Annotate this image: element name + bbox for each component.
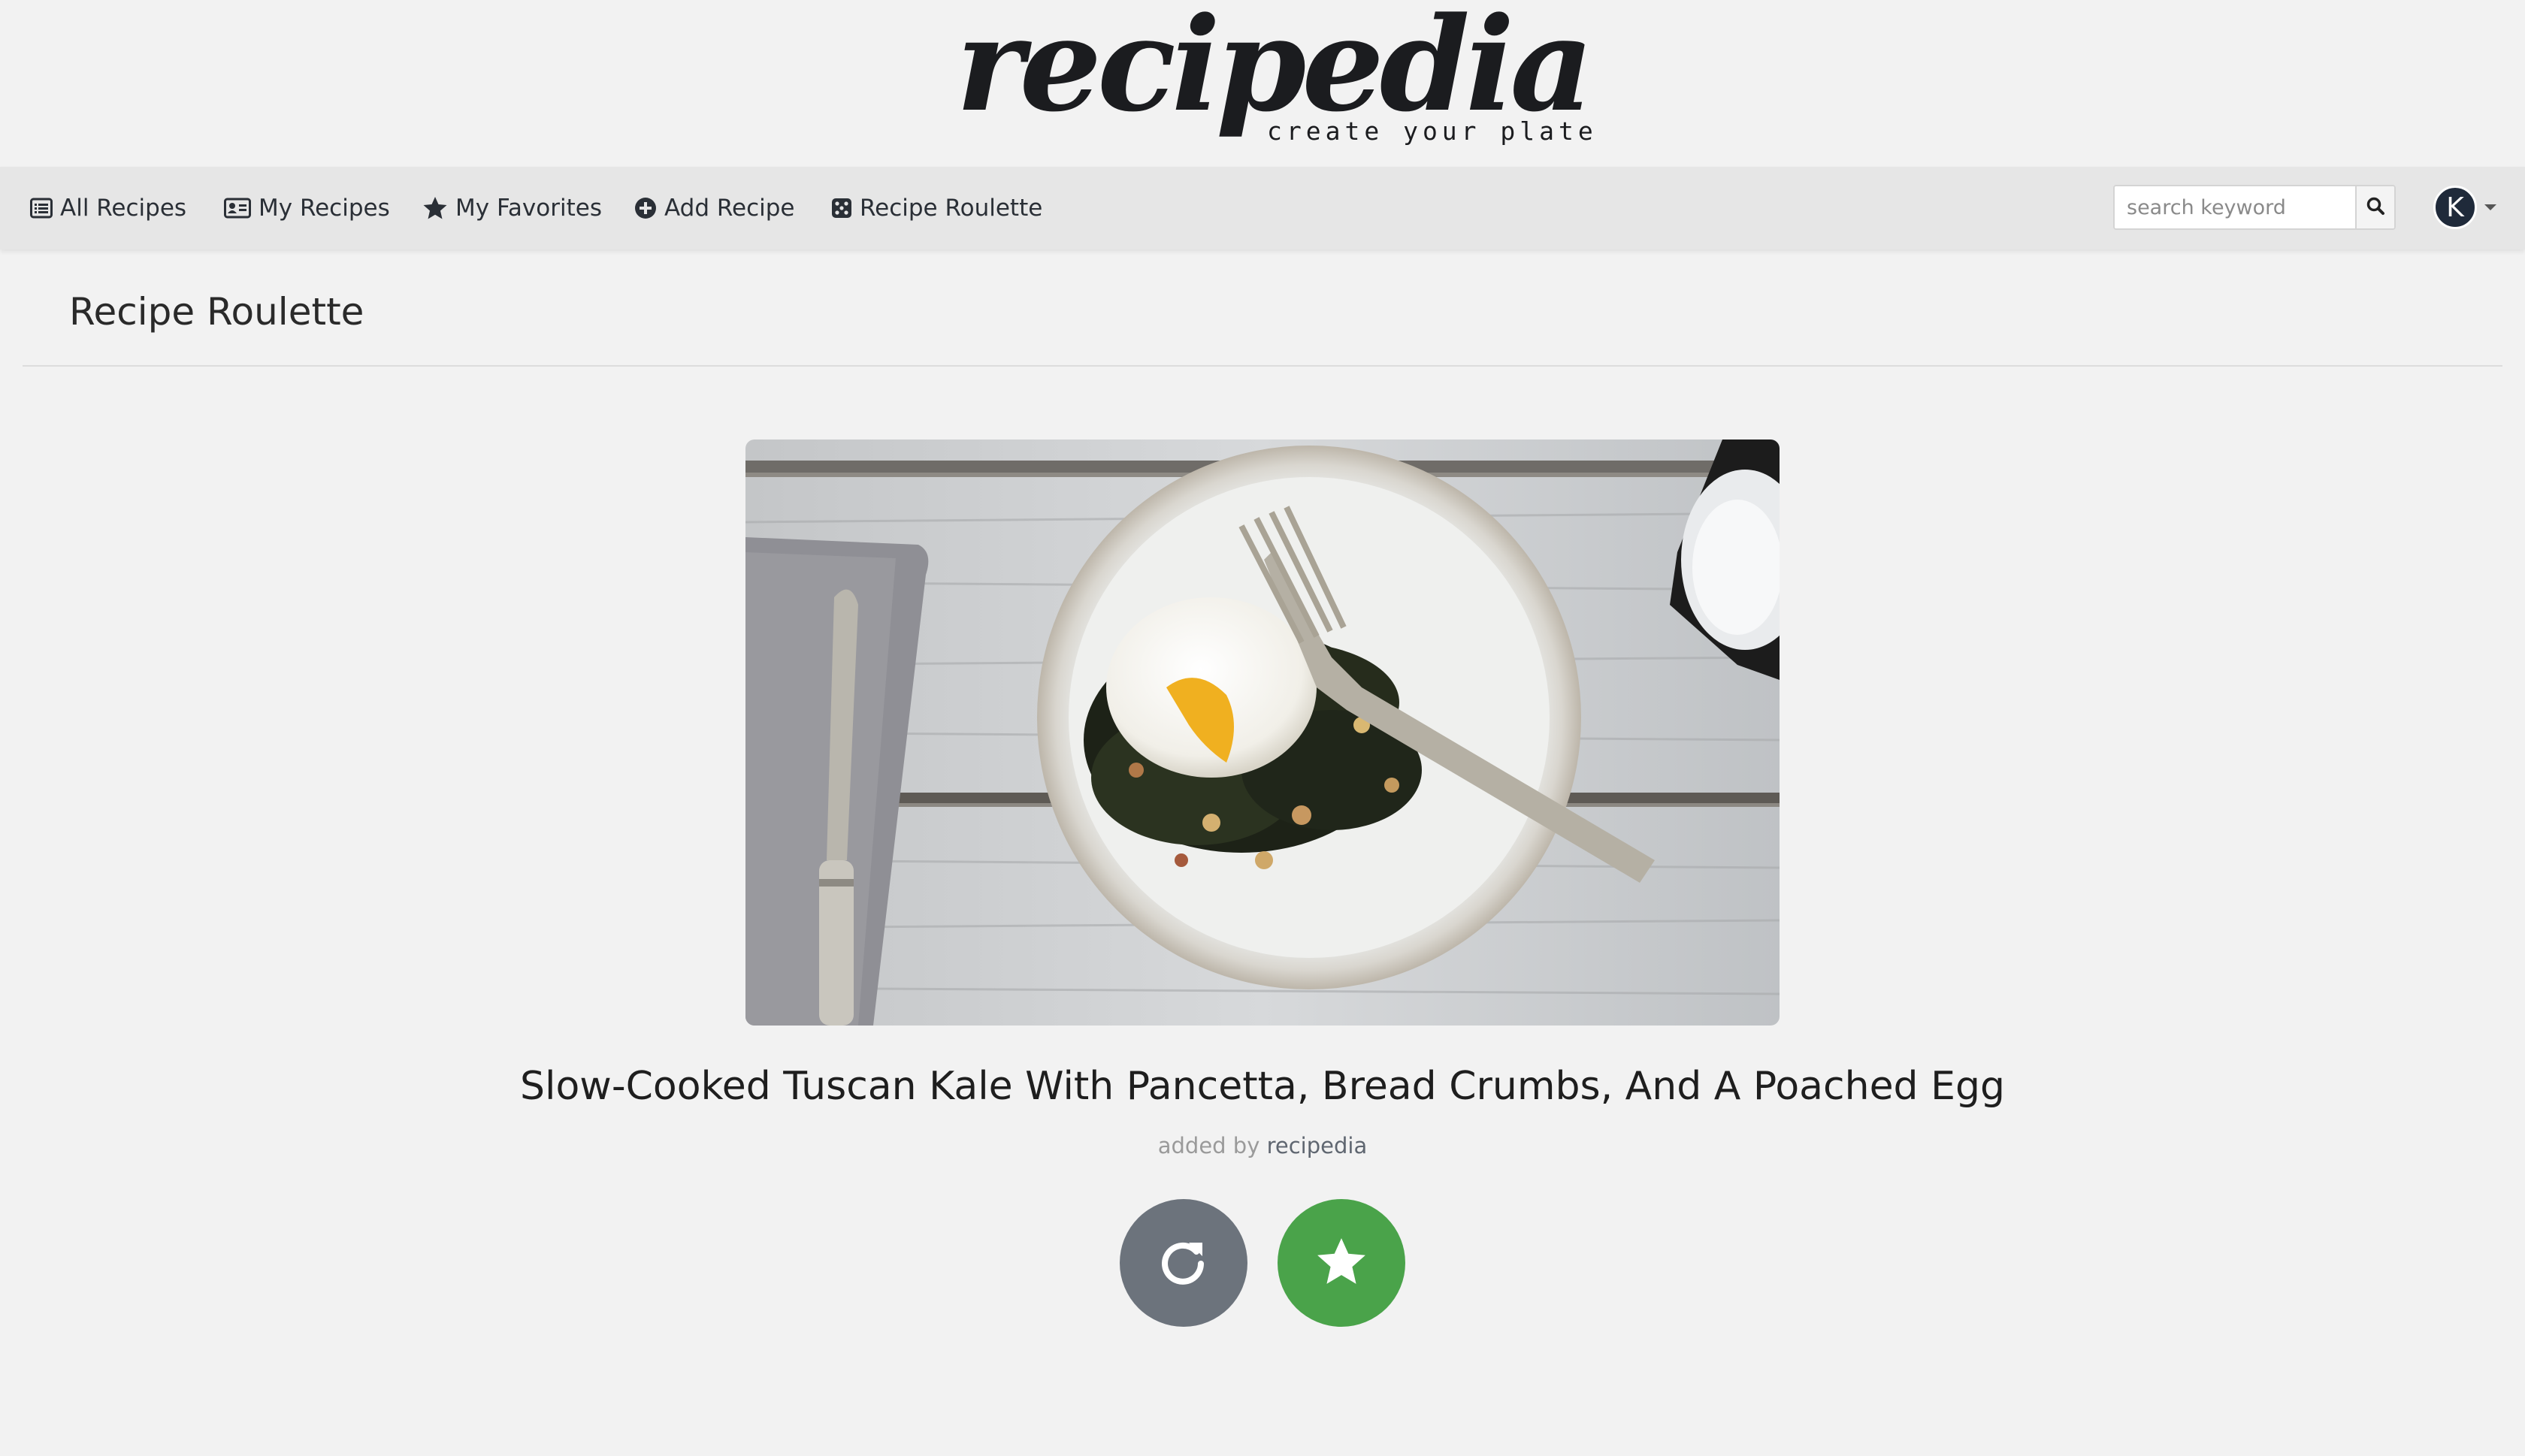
id-card-icon [224, 198, 259, 219]
nav-label-my-favorites: My Favorites [455, 195, 602, 222]
divider [23, 365, 2502, 367]
page: recipedia create your plate All Recipes [0, 0, 2525, 1456]
logo[interactable]: recipedia [956, 0, 1594, 129]
user-menu-toggle[interactable]: K [2433, 183, 2496, 231]
favorite-button[interactable] [1278, 1199, 1405, 1327]
nav-my-favorites[interactable]: My Favorites [422, 191, 602, 225]
caret-down-icon [2484, 204, 2496, 210]
brand-header: recipedia create your plate [0, 0, 2525, 165]
search-icon [2366, 196, 2385, 219]
added-by: added by recipedia [0, 1133, 2525, 1158]
star-icon [1315, 1236, 1368, 1290]
nav-add-recipe[interactable]: Add Recipe [634, 191, 795, 225]
refresh-icon [1157, 1235, 1210, 1291]
refresh-button[interactable] [1120, 1199, 1247, 1327]
recipe-title-link[interactable]: Slow-Cooked Tuscan Kale With Pancetta, B… [0, 1065, 2525, 1108]
added-by-prefix: added by [1157, 1133, 1260, 1158]
nav-label-recipe-roulette: Recipe Roulette [860, 195, 1043, 222]
logo-tagline: create your plate [1267, 116, 1598, 146]
nav-recipe-roulette[interactable]: Recipe Roulette [831, 191, 1042, 225]
nav-label-add-recipe: Add Recipe [664, 195, 795, 222]
avatar-initial: K [2446, 192, 2464, 223]
navbar: All Recipes My Recipes My Favorites Add … [0, 167, 2525, 249]
nav-all-recipes[interactable]: All Recipes [30, 191, 186, 225]
recipe-image[interactable] [745, 440, 1780, 1026]
nav-my-recipes[interactable]: My Recipes [224, 191, 390, 225]
nav-label-all-recipes: All Recipes [60, 195, 187, 222]
list-icon [30, 198, 60, 219]
star-icon [422, 196, 455, 220]
search-form [2113, 185, 2396, 230]
plus-circle-icon [634, 197, 664, 219]
search-input[interactable] [2115, 186, 2355, 228]
avatar: K [2433, 186, 2477, 229]
recipe-photo-illustration [745, 440, 1780, 1026]
nav-label-my-recipes: My Recipes [259, 195, 390, 222]
search-button[interactable] [2355, 186, 2394, 228]
page-title: Recipe Roulette [69, 290, 364, 334]
author-link[interactable]: recipedia [1267, 1133, 1368, 1158]
dice-icon [831, 198, 860, 219]
